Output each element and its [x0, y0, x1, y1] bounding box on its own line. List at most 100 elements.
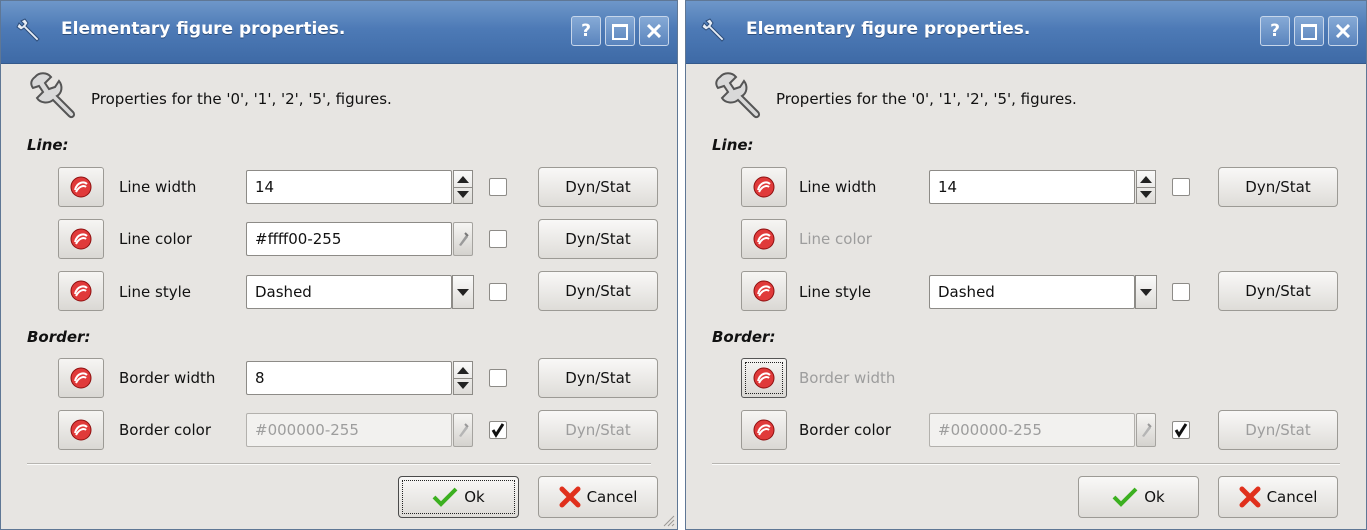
- border-color-input: #000000-255: [929, 413, 1135, 447]
- title-bar[interactable]: Elementary figure properties. ?: [1, 1, 677, 64]
- line-color-dyn-stat-button[interactable]: Dyn/Stat: [538, 219, 658, 259]
- border-color-reset-button[interactable]: [58, 410, 104, 450]
- line-width-input[interactable]: 14: [246, 170, 452, 204]
- border-width-dyn-stat-button[interactable]: Dyn/Stat: [538, 358, 658, 398]
- line-style-dyn-stat-button[interactable]: Dyn/Stat: [1218, 271, 1338, 311]
- line-style-reset-button[interactable]: [58, 271, 104, 311]
- reset-icon: [753, 367, 775, 389]
- dialog-title: Elementary figure properties.: [61, 19, 346, 39]
- line-color-input[interactable]: #ffff00-255: [246, 222, 452, 256]
- line-width-checkbox[interactable]: [1172, 178, 1190, 196]
- cancel-x-icon: [1239, 486, 1261, 508]
- cancel-label: Cancel: [586, 488, 638, 506]
- chevron-down-icon: [457, 289, 469, 296]
- reset-icon: [753, 280, 775, 302]
- line-style-dropdown-arrow[interactable]: [452, 275, 474, 309]
- help-icon: ?: [1270, 21, 1280, 41]
- line-style-checkbox[interactable]: [1172, 283, 1190, 301]
- line-color-checkbox[interactable]: [489, 230, 507, 248]
- cancel-label: Cancel: [1266, 488, 1318, 506]
- line-width-dyn-stat-button[interactable]: Dyn/Stat: [538, 167, 658, 207]
- border-width-checkbox[interactable]: [489, 369, 507, 387]
- checkmark-icon: [491, 423, 505, 438]
- border-width-label: Border width: [119, 369, 216, 387]
- cancel-button[interactable]: Cancel: [538, 476, 658, 518]
- border-color-label: Border color: [799, 421, 891, 439]
- reset-icon: [753, 228, 775, 250]
- line-style-checkbox[interactable]: [489, 283, 507, 301]
- border-width-reset-button[interactable]: [741, 358, 787, 398]
- line-color-picker-button[interactable]: [453, 222, 473, 256]
- resize-grip-icon[interactable]: [661, 513, 675, 527]
- wrench-icon: [715, 72, 761, 119]
- line-width-checkbox[interactable]: [489, 178, 507, 196]
- line-style-label: Line style: [119, 283, 191, 301]
- line-width-dyn-stat-button[interactable]: Dyn/Stat: [1218, 167, 1338, 207]
- line-width-reset-button[interactable]: [741, 167, 787, 207]
- section-line-heading: Line:: [27, 136, 69, 154]
- line-style-label: Line style: [799, 283, 871, 301]
- checkmark-icon: [432, 487, 458, 507]
- close-icon: [646, 23, 662, 39]
- maximize-button[interactable]: [1294, 16, 1324, 46]
- section-line-heading: Line:: [712, 136, 754, 154]
- border-color-reset-button[interactable]: [741, 410, 787, 450]
- line-width-reset-button[interactable]: [58, 167, 104, 207]
- line-width-spinner[interactable]: [453, 170, 473, 204]
- ok-button[interactable]: Ok: [1078, 476, 1199, 518]
- ok-label: Ok: [1144, 488, 1165, 506]
- reset-icon: [70, 228, 92, 250]
- line-color-reset-button[interactable]: [58, 219, 104, 259]
- info-text: Properties for the '0', '1', '2', '5', f…: [776, 90, 1077, 108]
- help-button[interactable]: ?: [1260, 16, 1290, 46]
- line-style-dropdown-arrow[interactable]: [1135, 275, 1157, 309]
- border-width-spinner[interactable]: [453, 361, 473, 395]
- line-color-reset-button[interactable]: [741, 219, 787, 259]
- border-width-input[interactable]: 8: [246, 361, 452, 395]
- wrench-icon: [16, 18, 40, 42]
- help-icon: ?: [581, 21, 591, 41]
- border-color-picker-button: [1136, 413, 1156, 447]
- dialog-title: Elementary figure properties.: [746, 19, 1031, 39]
- line-color-label: Line color: [119, 230, 192, 248]
- line-width-label: Line width: [799, 178, 877, 196]
- chevron-down-icon: [1140, 289, 1152, 296]
- section-border-heading: Border:: [27, 328, 91, 346]
- border-color-checkbox[interactable]: [1172, 421, 1190, 439]
- title-bar[interactable]: Elementary figure properties. ?: [686, 1, 1366, 64]
- info-text: Properties for the '0', '1', '2', '5', f…: [91, 90, 392, 108]
- ok-label: Ok: [464, 488, 485, 506]
- color-picker-icon: [1142, 423, 1152, 437]
- line-width-input[interactable]: 14: [929, 170, 1135, 204]
- border-width-label: Border width: [799, 369, 896, 387]
- reset-icon: [753, 176, 775, 198]
- line-style-select[interactable]: Dashed: [929, 275, 1135, 309]
- checkmark-icon: [1112, 487, 1138, 507]
- reset-icon: [70, 419, 92, 441]
- close-button[interactable]: [639, 16, 669, 46]
- border-color-dyn-stat-button: Dyn/Stat: [538, 410, 658, 450]
- line-style-dyn-stat-button[interactable]: Dyn/Stat: [538, 271, 658, 311]
- line-color-label: Line color: [799, 230, 872, 248]
- cancel-x-icon: [559, 486, 581, 508]
- border-width-reset-button[interactable]: [58, 358, 104, 398]
- maximize-icon: [1301, 24, 1317, 40]
- line-width-spinner[interactable]: [1136, 170, 1156, 204]
- line-style-select[interactable]: Dashed: [246, 275, 452, 309]
- checkmark-icon: [1174, 423, 1188, 438]
- border-color-input: #000000-255: [246, 413, 452, 447]
- border-color-checkbox[interactable]: [489, 421, 507, 439]
- reset-icon: [70, 176, 92, 198]
- close-button[interactable]: [1328, 16, 1358, 46]
- ok-button[interactable]: Ok: [398, 476, 519, 518]
- properties-dialog-right: Elementary figure properties. ? Properti…: [685, 0, 1367, 530]
- cancel-button[interactable]: Cancel: [1218, 476, 1338, 518]
- line-style-reset-button[interactable]: [741, 271, 787, 311]
- reset-icon: [70, 367, 92, 389]
- reset-icon: [70, 280, 92, 302]
- help-button[interactable]: ?: [571, 16, 601, 46]
- color-picker-icon: [459, 423, 469, 437]
- line-width-label: Line width: [119, 178, 197, 196]
- border-color-label: Border color: [119, 421, 211, 439]
- maximize-button[interactable]: [605, 16, 635, 46]
